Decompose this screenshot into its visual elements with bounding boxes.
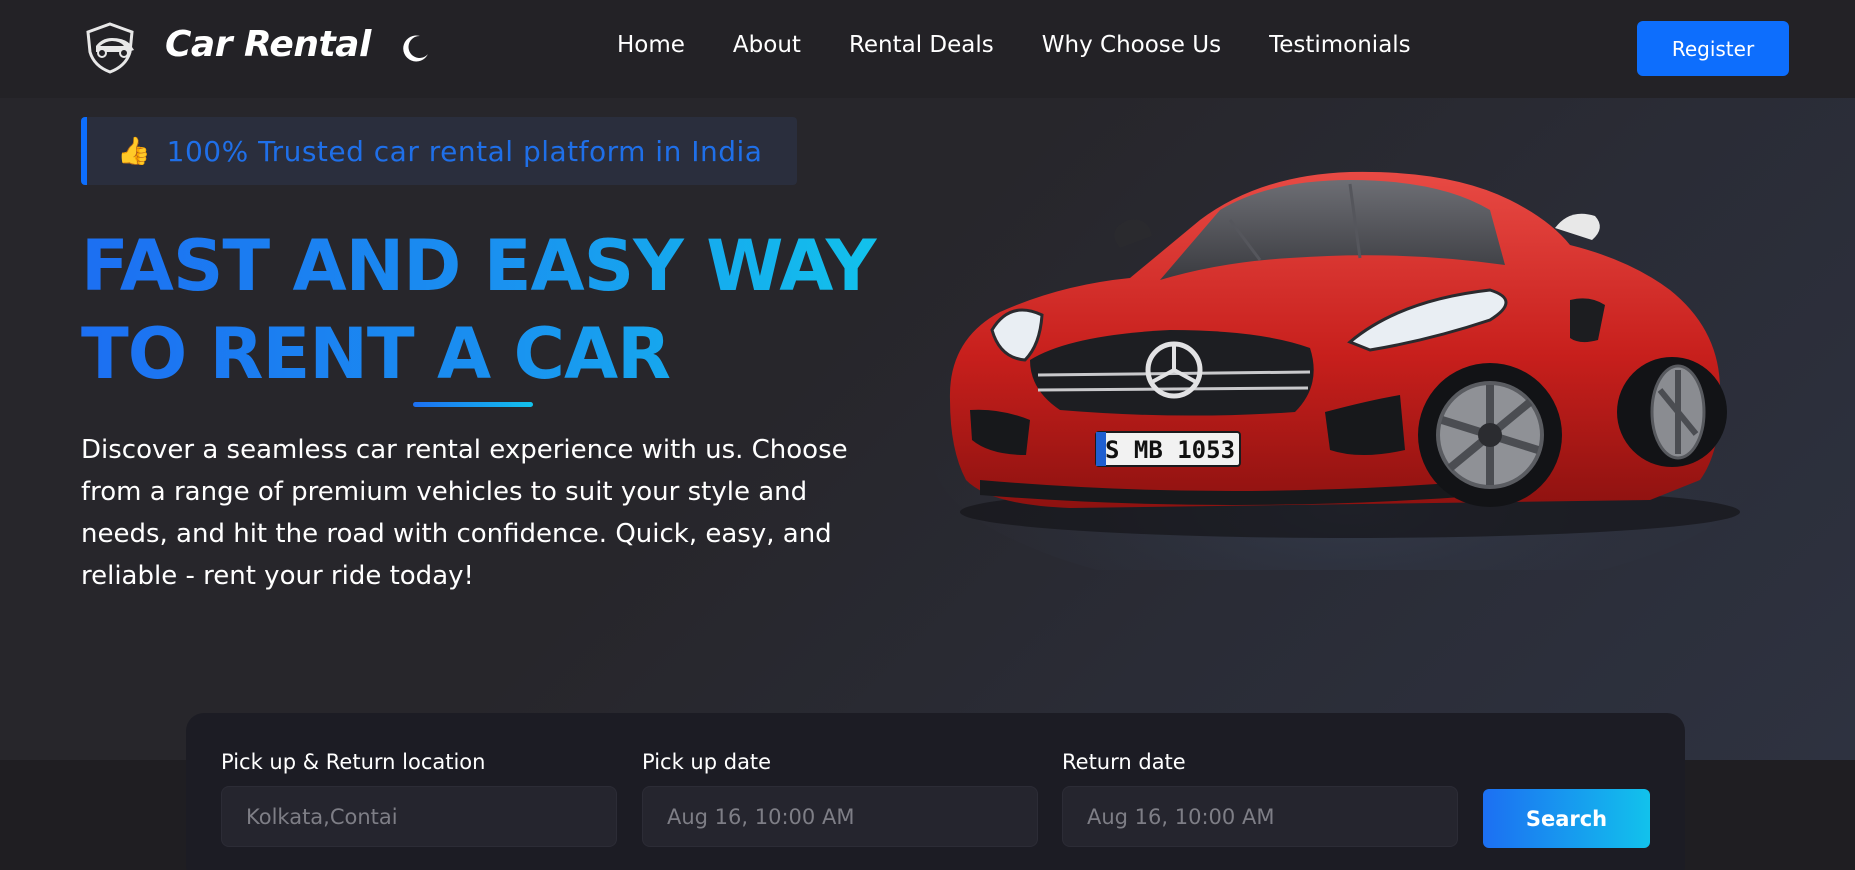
car-image: S MB 1053	[930, 150, 1770, 600]
hero-description: Discover a seamless car rental experienc…	[81, 435, 848, 591]
moon-icon[interactable]	[400, 32, 432, 64]
brand-name[interactable]: Car Rental	[165, 24, 371, 65]
register-button[interactable]: Register	[1637, 21, 1789, 76]
headline-line-1: FAST AND EASY WAY	[81, 225, 876, 307]
pickup-date-input[interactable]	[642, 786, 1038, 847]
headline-line-2: TO RENT A CAR	[81, 313, 671, 395]
license-plate-text: S MB 1053	[1105, 436, 1235, 464]
location-input[interactable]	[221, 786, 617, 847]
location-label: Pick up & Return location	[221, 750, 486, 774]
thumbs-up-icon: 👍	[117, 136, 151, 167]
trust-badge: 👍 100% Trusted car rental platform in In…	[81, 117, 797, 185]
nav-links: Home About Rental Deals Why Choose Us Te…	[617, 32, 1459, 58]
headline-underline	[413, 402, 533, 407]
nav-link-why-choose-us[interactable]: Why Choose Us	[1042, 32, 1221, 58]
car-logo-icon[interactable]	[82, 22, 138, 74]
pickup-date-label: Pick up date	[642, 750, 772, 774]
return-date-label: Return date	[1062, 750, 1186, 774]
search-button[interactable]: Search	[1483, 789, 1650, 848]
nav-link-about[interactable]: About	[733, 32, 801, 58]
nav-link-testimonials[interactable]: Testimonials	[1269, 32, 1411, 58]
nav-link-home[interactable]: Home	[617, 32, 685, 58]
return-date-input[interactable]	[1062, 786, 1458, 847]
nav-link-rental-deals[interactable]: Rental Deals	[849, 32, 994, 58]
navbar: Car Rental Home About Rental Deals Why C…	[0, 0, 1855, 98]
hero-headline: FAST AND EASY WAY TO RENT A CAR	[81, 222, 881, 398]
trust-badge-text: 100% Trusted car rental platform in Indi…	[166, 134, 763, 168]
